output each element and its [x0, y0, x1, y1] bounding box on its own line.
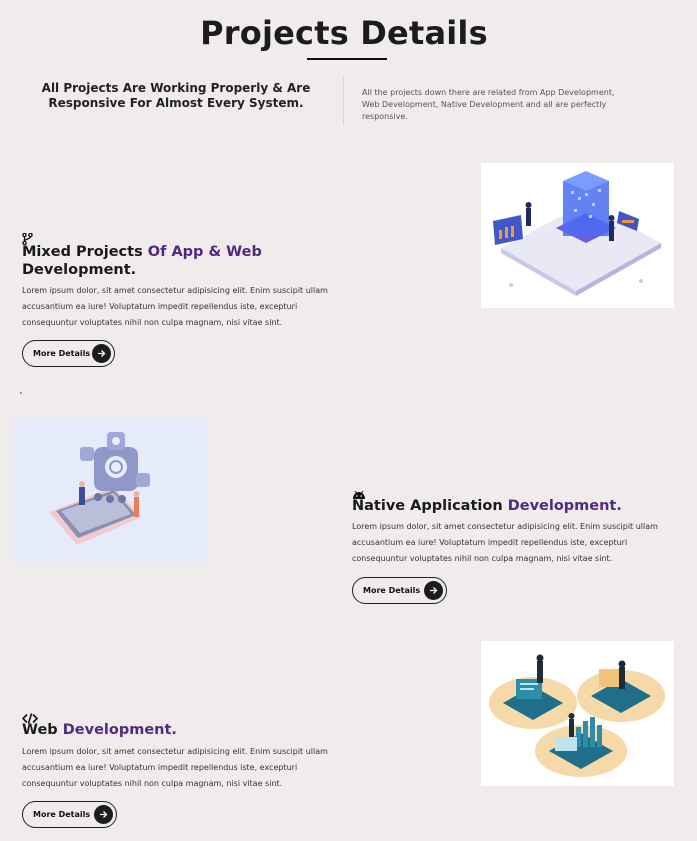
arrow-right-icon [94, 805, 113, 824]
section-text: Lorem ipsum dolor, sit amet consectetur … [352, 522, 658, 563]
web-development-illustration [481, 641, 674, 786]
arrow-right-icon [92, 344, 111, 363]
more-details-button[interactable]: More Details [22, 340, 115, 367]
arrow-right-icon [424, 581, 443, 600]
code-icon [21, 709, 39, 724]
more-details-button[interactable]: More Details [22, 801, 117, 828]
section-web-development [21, 709, 39, 724]
android-icon [352, 485, 365, 499]
native-application-illustration [14, 417, 208, 562]
mixed-projects-illustration [481, 163, 674, 308]
section-title: Native Application Development. [352, 498, 622, 514]
intro-description: All the projects down there are related … [362, 88, 615, 121]
separator-dot [20, 392, 22, 394]
section-mixed-projects [22, 230, 33, 246]
section-title: Web Development. [22, 722, 177, 738]
button-label: More Details [33, 349, 91, 358]
more-details-button[interactable]: More Details [352, 577, 447, 604]
section-title: Mixed Projects Of App & Web Development. [22, 244, 262, 278]
title-underline [307, 58, 387, 60]
button-label: More Details [363, 586, 421, 595]
intro-divider [343, 77, 344, 125]
branch-icon [22, 230, 33, 246]
intro-heading: All Projects Are Working Properly & Are … [41, 81, 311, 110]
page-title: Projects Details [200, 14, 488, 52]
section-native-application [352, 485, 365, 499]
button-label: More Details [33, 810, 91, 819]
section-text: Lorem ipsum dolor, sit amet consectetur … [22, 747, 328, 788]
section-text: Lorem ipsum dolor, sit amet consectetur … [22, 286, 328, 327]
